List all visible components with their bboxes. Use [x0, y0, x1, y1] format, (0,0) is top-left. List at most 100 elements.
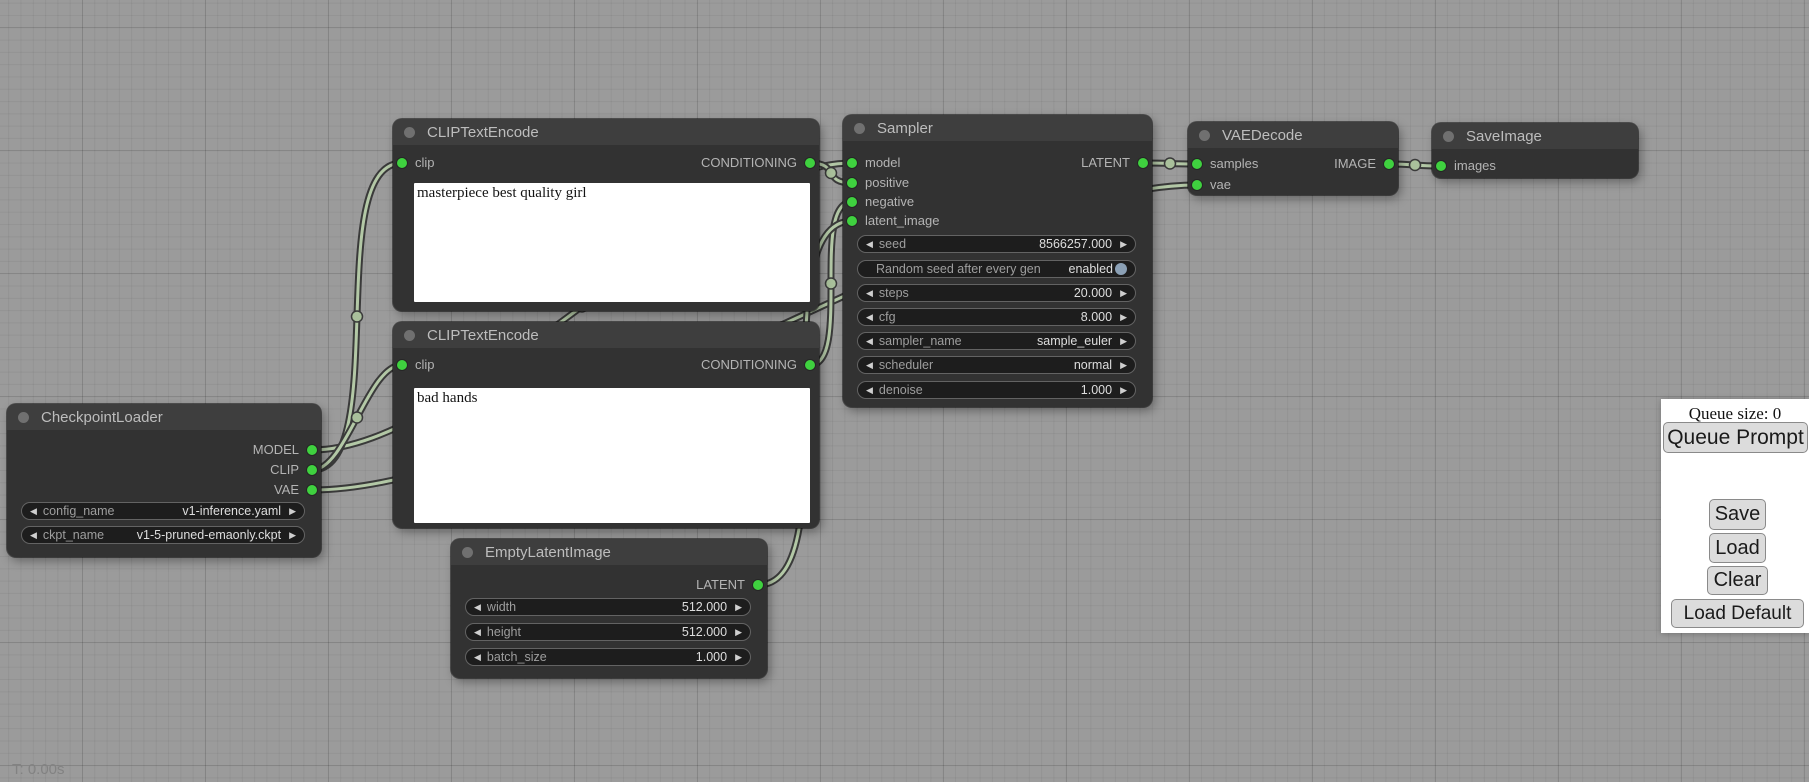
increment-arrow-icon[interactable]: ▶ [1120, 337, 1127, 346]
widget-value: 512.000 [682, 600, 727, 614]
decrement-arrow-icon[interactable]: ◀ [866, 337, 873, 346]
output-port-dot-latent[interactable] [1138, 158, 1148, 168]
output-port-dot-model[interactable] [307, 445, 317, 455]
widget-value: normal [1074, 358, 1112, 372]
input-port-dot-vae[interactable] [1192, 180, 1202, 190]
queue-prompt-button[interactable]: Queue Prompt [1663, 422, 1808, 453]
widget-cfg[interactable]: ◀ cfg 8.000 ▶ [857, 308, 1136, 326]
widget-denoise[interactable]: ◀denoise1.000▶ [857, 381, 1136, 399]
node-save-image[interactable]: SaveImageimages [1432, 123, 1638, 178]
graph-canvas[interactable]: CheckpointLoaderMODELCLIPVAE◀config_name… [0, 0, 1809, 782]
node-sampler[interactable]: Samplermodelpositivenegativelatent_image… [843, 115, 1152, 407]
input-port-dot-images[interactable] [1436, 161, 1446, 171]
input-port-dot-clip[interactable] [397, 158, 407, 168]
decrement-arrow-icon[interactable]: ◀ [866, 313, 873, 322]
decrement-arrow-icon[interactable]: ◀ [866, 386, 873, 395]
widget-sampler-name[interactable]: ◀sampler_namesample_euler▶ [857, 332, 1136, 350]
decrement-arrow-icon[interactable]: ◀ [474, 653, 481, 662]
link-midpoint-dot [1165, 158, 1176, 169]
load-button[interactable]: Load [1709, 533, 1766, 563]
widget-batch-size[interactable]: ◀batch_size1.000▶ [465, 648, 751, 666]
widget-height[interactable]: ◀height512.000▶ [465, 623, 751, 641]
save-button[interactable]: Save [1709, 499, 1766, 530]
widget-scheduler[interactable]: ◀schedulernormal▶ [857, 356, 1136, 374]
node-titlebar[interactable]: CLIPTextEncode [393, 119, 819, 145]
link-wire-core-clip-to-positive-encode [312, 163, 402, 470]
widget-ckpt-name[interactable]: ◀ckpt_namev1-5-pruned-emaonly.ckpt▶ [21, 526, 305, 544]
output-port-label: LATENT [696, 577, 745, 593]
decrement-arrow-icon[interactable]: ◀ [30, 531, 37, 540]
node-title-label: EmptyLatentImage [485, 544, 611, 561]
output-port-dot-image[interactable] [1384, 159, 1394, 169]
clear-button[interactable]: Clear [1707, 566, 1768, 595]
decrement-arrow-icon[interactable]: ◀ [30, 507, 37, 516]
collapse-dot-icon[interactable] [1199, 130, 1210, 141]
input-port-dot-latent-image[interactable] [847, 216, 857, 226]
widget-config-name[interactable]: ◀config_namev1-inference.yaml▶ [21, 502, 305, 520]
node-titlebar[interactable]: VAEDecode [1188, 122, 1398, 148]
increment-arrow-icon[interactable]: ▶ [1120, 289, 1127, 298]
widget-value: 8.000 [1081, 310, 1112, 324]
widget-label: cfg [879, 310, 896, 324]
input-port-dot-positive[interactable] [847, 178, 857, 188]
prompt-textarea[interactable] [414, 388, 810, 523]
output-port-dot-conditioning[interactable] [805, 360, 815, 370]
increment-arrow-icon[interactable]: ▶ [289, 531, 296, 540]
decrement-arrow-icon[interactable]: ◀ [866, 361, 873, 370]
output-port-dot-clip[interactable] [307, 465, 317, 475]
link-midpoint-dot [826, 278, 837, 289]
input-port-dot-negative[interactable] [847, 197, 857, 207]
node-empty-latent-image[interactable]: EmptyLatentImageLATENT◀width512.000▶◀hei… [451, 539, 767, 678]
increment-arrow-icon[interactable]: ▶ [735, 653, 742, 662]
increment-arrow-icon[interactable]: ▶ [735, 603, 742, 612]
node-titlebar[interactable]: SaveImage [1432, 123, 1638, 149]
widget-label: Random seed after every gen [876, 262, 1041, 276]
input-port-dot-model[interactable] [847, 158, 857, 168]
widget-label: width [487, 600, 516, 614]
widget-label: seed [879, 237, 906, 251]
widget-random-seed-after-every-gen[interactable]: Random seed after every genenabled [857, 260, 1136, 278]
toggle-enabled-icon[interactable] [1115, 263, 1127, 275]
collapse-dot-icon[interactable] [404, 127, 415, 138]
collapse-dot-icon[interactable] [18, 412, 29, 423]
increment-arrow-icon[interactable]: ▶ [1120, 313, 1127, 322]
input-port-label: clip [415, 357, 435, 373]
node-titlebar[interactable]: EmptyLatentImage [451, 539, 767, 565]
widget-steps[interactable]: ◀steps20.000▶ [857, 284, 1136, 302]
input-port-label: negative [865, 194, 914, 210]
prompt-textarea[interactable] [414, 183, 810, 302]
output-port-dot-vae[interactable] [307, 485, 317, 495]
collapse-dot-icon[interactable] [1443, 131, 1454, 142]
widget-width[interactable]: ◀ width 512.000 ▶ [465, 598, 751, 616]
decrement-arrow-icon[interactable]: ◀ [474, 628, 481, 637]
increment-arrow-icon[interactable]: ▶ [735, 628, 742, 637]
output-port-dot-latent[interactable] [753, 580, 763, 590]
widget-value: sample_euler [1037, 334, 1112, 348]
input-port-label: vae [1210, 177, 1231, 193]
collapse-dot-icon[interactable] [404, 330, 415, 341]
increment-arrow-icon[interactable]: ▶ [1120, 361, 1127, 370]
widget-seed[interactable]: ◀seed8566257.000▶ [857, 235, 1136, 253]
decrement-arrow-icon[interactable]: ◀ [866, 289, 873, 298]
increment-arrow-icon[interactable]: ▶ [1120, 240, 1127, 249]
node-clip-text-encode-negative[interactable]: CLIPTextEncodeclipCONDITIONING [393, 322, 819, 528]
node-titlebar[interactable]: Sampler [843, 115, 1152, 141]
increment-arrow-icon[interactable]: ▶ [1120, 386, 1127, 395]
input-port-label: samples [1210, 156, 1258, 172]
input-port-dot-samples[interactable] [1192, 159, 1202, 169]
node-titlebar[interactable]: CLIPTextEncode [393, 322, 819, 348]
increment-arrow-icon[interactable]: ▶ [289, 507, 296, 516]
node-titlebar[interactable]: CheckpointLoader [7, 404, 321, 430]
input-port-dot-clip[interactable] [397, 360, 407, 370]
link-wire-core-clip-to-negative-encode [312, 365, 402, 470]
node-vae-decode[interactable]: VAEDecodesamplesvaeIMAGE [1188, 122, 1398, 195]
decrement-arrow-icon[interactable]: ◀ [866, 240, 873, 249]
collapse-dot-icon[interactable] [462, 547, 473, 558]
widget-label: config_name [43, 504, 115, 518]
output-port-dot-conditioning[interactable] [805, 158, 815, 168]
node-checkpoint-loader[interactable]: CheckpointLoaderMODELCLIPVAE◀config_name… [7, 404, 321, 557]
node-clip-text-encode-positive[interactable]: CLIPTextEncodeclipCONDITIONING [393, 119, 819, 311]
collapse-dot-icon[interactable] [854, 123, 865, 134]
decrement-arrow-icon[interactable]: ◀ [474, 603, 481, 612]
load-default-button[interactable]: Load Default [1671, 599, 1804, 628]
